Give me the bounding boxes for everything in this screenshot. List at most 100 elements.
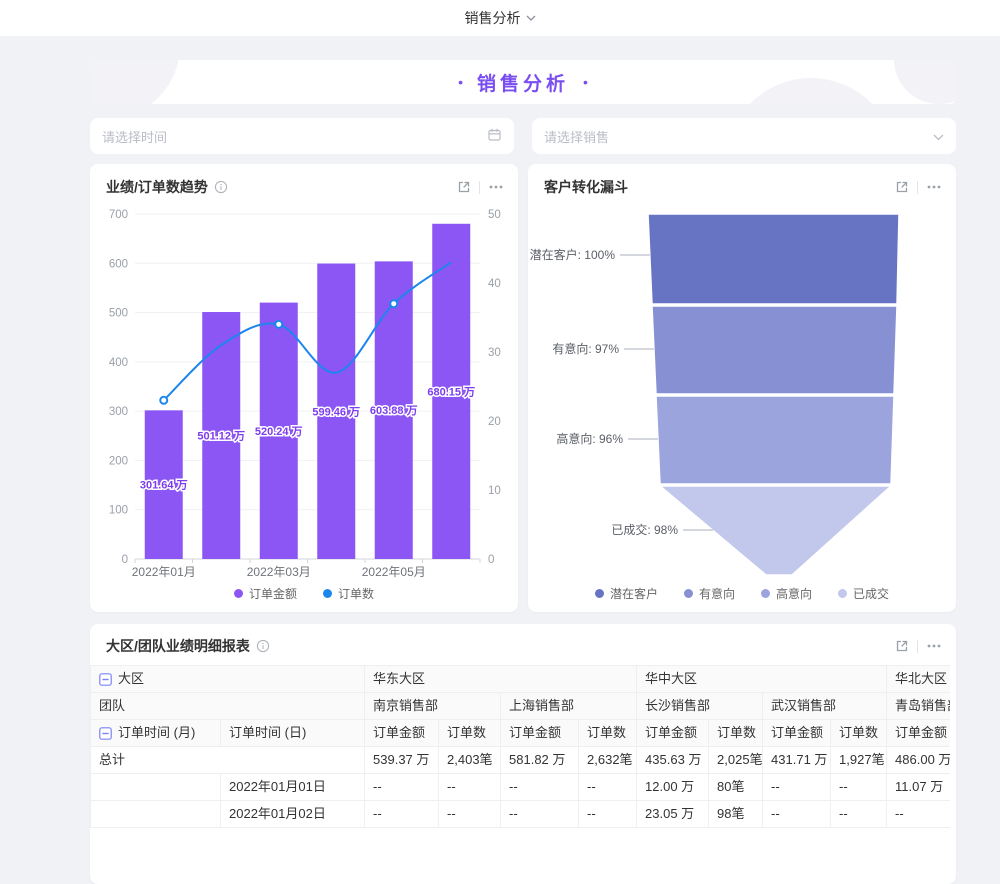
funnel-card: 客户转化漏斗 潜在客户: 100%有意向: 97%高意向: 96 xyxy=(528,164,956,612)
divider xyxy=(479,181,480,194)
divider xyxy=(917,640,918,653)
team-header: 团队 xyxy=(91,693,365,720)
divider xyxy=(917,181,918,194)
table-row: 2022年01月01日--------12.00 万80笔----11.07 万 xyxy=(91,774,951,801)
expand-icon[interactable] xyxy=(895,639,909,653)
time-filter-input[interactable]: 请选择时间 xyxy=(90,118,514,154)
collapse-minus-icon[interactable] xyxy=(99,727,112,740)
metric-header: 订单数 xyxy=(709,720,763,747)
legend-item[interactable]: 高意向 xyxy=(761,585,812,602)
metric-header: 订单金额 xyxy=(763,720,831,747)
metric-header: 订单金额 xyxy=(501,720,579,747)
left-axis-tick-label: 500 xyxy=(109,308,128,320)
line-marker[interactable] xyxy=(275,321,282,328)
legend-label: 潜在客户 xyxy=(610,585,658,602)
legend-label: 高意向 xyxy=(776,585,812,602)
report-table-card: 大区/团队业绩明细报表 大区华东大区华 xyxy=(90,624,956,884)
value-cell: -- xyxy=(763,801,831,828)
funnel-stage[interactable] xyxy=(648,214,899,304)
expand-icon[interactable] xyxy=(457,180,471,194)
trend-card-title: 业绩/订单数趋势 xyxy=(106,177,208,197)
month-cell xyxy=(91,801,221,828)
calendar-icon[interactable] xyxy=(487,127,502,145)
collapse-minus-icon[interactable] xyxy=(99,673,112,686)
value-cell: 11.07 万 xyxy=(887,774,950,801)
trend-card-header: 业绩/订单数趋势 xyxy=(90,164,518,197)
x-axis-label: 2022年05月 xyxy=(362,565,426,579)
info-icon[interactable] xyxy=(256,639,270,653)
funnel-card-title: 客户转化漏斗 xyxy=(544,177,628,197)
dashboard-content: • 销售分析 • 请选择时间 请选择销售 业绩/订单 xyxy=(90,60,956,884)
legend-item[interactable]: 订单数 xyxy=(323,585,374,602)
chevron-down-icon[interactable] xyxy=(933,129,944,144)
value-cell: -- xyxy=(439,774,501,801)
region-cell: 华中大区 xyxy=(637,666,887,693)
funnel-stage[interactable] xyxy=(652,306,897,394)
funnel-stage[interactable] xyxy=(656,396,894,484)
top-bar: 销售分析 xyxy=(0,0,1000,36)
value-cell: -- xyxy=(501,774,579,801)
metric-header: 订单数 xyxy=(579,720,637,747)
day-cell: 2022年01月02日 xyxy=(221,801,365,828)
x-axis-label: 2022年01月 xyxy=(132,565,196,579)
more-icon[interactable] xyxy=(926,180,942,194)
value-cell: -- xyxy=(831,801,887,828)
right-axis-tick-label: 30 xyxy=(488,347,501,359)
info-icon[interactable] xyxy=(214,180,228,194)
report-table-wrap[interactable]: 大区华东大区华中大区华北大区团队南京销售部上海销售部长沙销售部武汉销售部青岛销售… xyxy=(90,665,950,828)
value-cell: 98笔 xyxy=(709,801,763,828)
value-cell: -- xyxy=(501,801,579,828)
row-label-cell: 总计 xyxy=(91,747,365,774)
trend-legend: 订单金额 订单数 xyxy=(90,585,518,602)
bar-value-label: 520.24 万 xyxy=(255,425,303,438)
sales-filter-select[interactable]: 请选择销售 xyxy=(532,118,956,154)
chevron-down-icon[interactable] xyxy=(526,15,536,21)
value-cell: 539.37 万 xyxy=(365,747,439,774)
more-icon[interactable] xyxy=(926,639,942,653)
expand-icon[interactable] xyxy=(895,180,909,194)
charts-row: 业绩/订单数趋势 xyxy=(90,164,956,612)
funnel-card-header: 客户转化漏斗 xyxy=(528,164,956,197)
bar-value-label: 501.12 万 xyxy=(197,430,245,443)
value-cell: 435.63 万 xyxy=(637,747,709,774)
left-axis-tick-label: 400 xyxy=(109,357,128,369)
bar-value-label: 603.88 万 xyxy=(370,404,418,417)
legend-label: 订单金额 xyxy=(249,585,297,602)
value-cell: -- xyxy=(365,774,439,801)
legend-dot-icon xyxy=(684,589,693,598)
legend-item[interactable]: 订单金额 xyxy=(234,585,297,602)
trend-card: 业绩/订单数趋势 xyxy=(90,164,518,612)
bar-value-label: 599.46 万 xyxy=(312,405,360,418)
report-card-title: 大区/团队业绩明细报表 xyxy=(106,636,250,656)
region-cell: 华东大区 xyxy=(365,666,637,693)
value-cell: 2,025笔 xyxy=(709,747,763,774)
trend-chart-svg: 0100200300400500600700010203040502022年01… xyxy=(90,198,518,580)
team-cell: 南京销售部 xyxy=(365,693,501,720)
line-marker[interactable] xyxy=(160,397,167,404)
legend-item[interactable]: 有意向 xyxy=(684,585,735,602)
legend-item[interactable]: 已成交 xyxy=(838,585,889,602)
left-axis-tick-label: 600 xyxy=(109,258,128,270)
metric-header: 订单金额 xyxy=(365,720,439,747)
day-cell: 2022年01月01日 xyxy=(221,774,365,801)
bar-value-label: 301.64 万 xyxy=(140,479,188,492)
value-cell: -- xyxy=(763,774,831,801)
more-icon[interactable] xyxy=(488,180,504,194)
legend-label: 订单数 xyxy=(338,585,374,602)
table-row: 团队南京销售部上海销售部长沙销售部武汉销售部青岛销售部 xyxy=(91,693,951,720)
page-title[interactable]: 销售分析 xyxy=(465,8,521,28)
banner-decoration xyxy=(726,78,896,104)
month-header-label: 订单时间 (月) xyxy=(118,725,195,741)
x-axis-label: 2022年03月 xyxy=(247,565,311,579)
funnel-chart-svg: 潜在客户: 100%有意向: 97%高意向: 96%已成交: 98% xyxy=(528,198,956,586)
value-cell: -- xyxy=(887,801,950,828)
value-cell: 23.05 万 xyxy=(637,801,709,828)
line-marker[interactable] xyxy=(390,300,397,307)
region-cell: 华北大区 xyxy=(887,666,950,693)
left-axis-tick-label: 300 xyxy=(109,406,128,418)
metric-header: 订单数 xyxy=(439,720,501,747)
legend-item[interactable]: 潜在客户 xyxy=(595,585,658,602)
value-cell: 80笔 xyxy=(709,774,763,801)
funnel-stage-label: 已成交: 98% xyxy=(611,522,678,537)
value-cell: 12.00 万 xyxy=(637,774,709,801)
